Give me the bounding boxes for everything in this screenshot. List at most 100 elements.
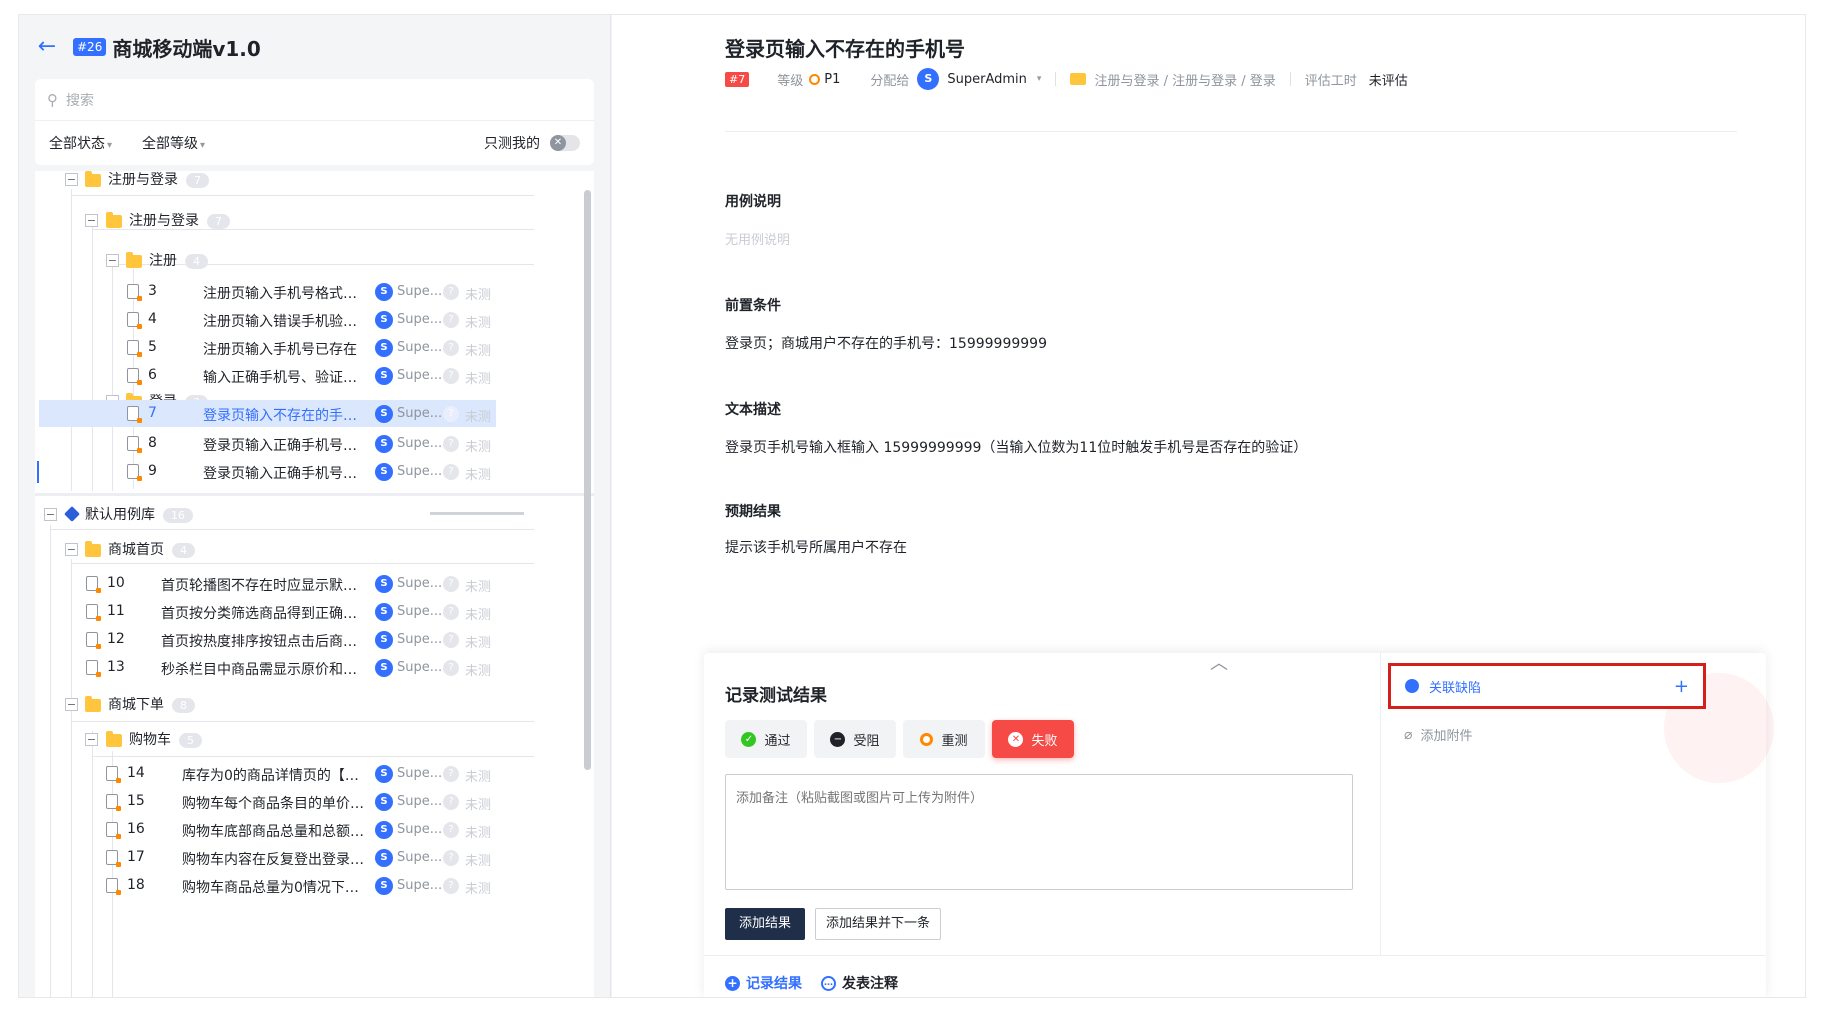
bug-icon <box>1405 679 1419 693</box>
pass-button[interactable]: ✓ 通过 <box>725 720 807 758</box>
test-case-icon <box>127 312 142 329</box>
case-id: 16 <box>127 821 145 837</box>
check-icon: ✓ <box>741 731 757 747</box>
folder-icon <box>106 212 122 228</box>
library-row[interactable]: − 默认用例库 16 <box>35 498 594 530</box>
record-result-tab[interactable]: + 记录结果 <box>725 973 802 993</box>
help-icon: ? <box>443 794 459 810</box>
folder-row-register-login-sub[interactable]: − 注册与登录 7 <box>35 204 594 236</box>
blocked-button[interactable]: − 受阻 <box>814 720 896 758</box>
add-result-button[interactable]: 添加结果 <box>725 908 805 940</box>
status-filter-dropdown[interactable]: 全部状态 ▾ <box>49 133 112 153</box>
folder-row-register[interactable]: − 注册 4 <box>35 244 594 276</box>
case-path[interactable]: 注册与登录 / 注册与登录 / 登录 <box>1094 70 1275 89</box>
assignee-avatar: S <box>917 68 940 90</box>
folder-row-order[interactable]: − 商城下单 8 <box>35 688 594 720</box>
collapse-icon[interactable]: − <box>106 254 119 267</box>
chevron-down-icon: ▾ <box>200 140 206 151</box>
case-owner: Supe... <box>397 660 443 675</box>
case-title: 购物车内容在反复登出登录后... <box>182 852 365 868</box>
help-icon: ? <box>443 878 459 894</box>
folder-count-badge: 7 <box>186 172 209 188</box>
level-filter-label: 全部等级 <box>142 136 199 152</box>
case-title: 注册页输入手机号已存在 <box>203 342 357 358</box>
test-case-icon <box>106 878 121 895</box>
case-id: 17 <box>127 849 145 865</box>
folder-row-home[interactable]: − 商城首页 4 <box>35 533 594 565</box>
case-id: 8 <box>148 435 157 451</box>
link-defect-button[interactable]: 关联缺陷 + <box>1388 663 1706 709</box>
help-icon: ? <box>443 464 459 480</box>
fail-button[interactable]: ✕ 失败 <box>992 720 1074 758</box>
collapse-icon[interactable]: − <box>85 214 98 227</box>
meta-divider <box>1289 72 1291 86</box>
collapse-icon[interactable]: − <box>44 508 57 521</box>
estimate-value[interactable]: 未评估 <box>1369 70 1408 89</box>
level-filter-dropdown[interactable]: 全部等级 ▾ <box>142 133 205 153</box>
link-defect-label: 关联缺陷 <box>1429 680 1482 696</box>
add-result-next-button[interactable]: 添加结果并下一条 <box>815 908 941 940</box>
chevron-down-icon[interactable]: ▾ <box>1037 74 1042 84</box>
avatar: S <box>375 659 393 677</box>
test-case-icon <box>127 464 142 481</box>
collapse-icon[interactable]: − <box>65 173 78 186</box>
test-case-icon <box>106 766 121 783</box>
case-owner: Supe... <box>397 766 443 781</box>
retest-button[interactable]: 重测 <box>903 720 985 758</box>
paperclip-icon: ⌀ <box>1404 726 1413 743</box>
case-title: 登录页输入正确手机号和错... <box>203 438 365 454</box>
add-attachment-button[interactable]: ⌀ 添加附件 <box>1404 725 1472 745</box>
case-row[interactable]: 18 购物车商品总量为0情况下不可... S Supe... ? 未测 <box>35 870 594 902</box>
folder-count-badge: 4 <box>172 542 195 558</box>
test-case-icon <box>86 660 101 677</box>
folder-count-badge: 8 <box>172 697 195 713</box>
search-input[interactable]: ⚲ 搜索 <box>35 79 594 121</box>
test-case-icon <box>127 284 142 301</box>
test-case-icon <box>86 632 101 649</box>
comment-tab[interactable]: … 发表注释 <box>821 973 898 993</box>
close-circle-icon: ✕ <box>1008 731 1024 747</box>
collapse-icon[interactable]: − <box>65 698 78 711</box>
record-footer-divider <box>704 955 1766 956</box>
help-icon: ? <box>443 340 459 356</box>
folder-row-cart[interactable]: − 购物车 5 <box>35 723 594 755</box>
assignee-name[interactable]: SuperAdmin <box>947 72 1027 87</box>
avatar: S <box>375 405 393 423</box>
plus-icon[interactable]: + <box>1674 676 1689 697</box>
case-row[interactable]: 9 登录页输入正确手机号和密... S Supe... ? 未测 <box>35 456 594 488</box>
minus-circle-icon: − <box>830 731 846 747</box>
side-divider <box>1380 653 1381 955</box>
case-status: 未测 <box>465 770 492 785</box>
case-owner: Supe... <box>397 576 443 591</box>
tree-divider <box>71 195 534 196</box>
test-case-icon <box>127 436 142 453</box>
level-label: 等级 <box>777 73 804 89</box>
case-row[interactable]: 13 秒杀栏目中商品需显示原价和秒杀价 S Supe... ? 未测 <box>35 652 594 684</box>
folder-row-register-login[interactable]: − 注册与登录 7 <box>35 171 594 195</box>
case-row-selected[interactable]: 7 登录页输入不存在的手机号 S Supe... ? 未测 <box>39 400 496 427</box>
back-arrow-icon[interactable]: ← <box>35 35 59 59</box>
level-value[interactable]: P1 <box>824 72 840 87</box>
case-status: 未测 <box>465 854 492 869</box>
collapse-icon[interactable]: − <box>85 733 98 746</box>
collapse-icon[interactable]: − <box>65 543 78 556</box>
case-status: 未测 <box>465 410 492 425</box>
tree-scrollbar[interactable] <box>584 190 591 770</box>
case-title: 首页按分类筛选商品得到正确商品... <box>161 606 365 622</box>
comment-tab-label: 发表注释 <box>842 976 898 992</box>
case-status: 未测 <box>465 468 492 483</box>
case-id: 9 <box>148 463 157 479</box>
case-owner: Supe... <box>397 850 443 865</box>
case-title-heading: 登录页输入不存在的手机号 <box>725 37 965 61</box>
library-label: 默认用例库 16 <box>85 504 193 524</box>
only-mine-toggle[interactable]: ✕ <box>550 135 580 151</box>
tree-divider <box>71 721 534 722</box>
case-title: 购物车每个商品条目的单价、... <box>182 796 365 812</box>
fail-label: 失败 <box>1031 733 1058 749</box>
note-textarea[interactable] <box>725 774 1353 890</box>
comment-icon: … <box>821 975 836 991</box>
case-status: 未测 <box>465 608 492 623</box>
chevron-up-icon[interactable]: ︿ <box>1210 649 1228 675</box>
folder-count-badge: 4 <box>185 253 208 269</box>
search-placeholder: 搜索 <box>66 92 94 109</box>
